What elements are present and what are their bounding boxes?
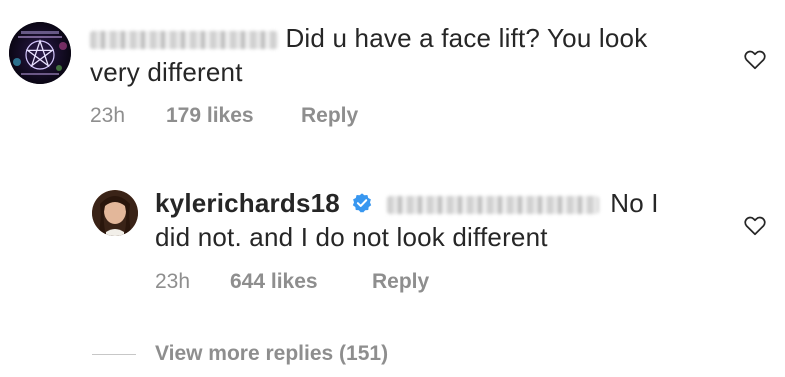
commenter-avatar[interactable]	[9, 22, 71, 84]
like-comment-button[interactable]	[742, 46, 768, 72]
reply-reply-button[interactable]: Reply	[372, 270, 429, 294]
blurred-username[interactable]	[90, 31, 278, 50]
comment-likes[interactable]: 179 likes	[166, 104, 254, 128]
comment-time: 23h	[90, 104, 126, 127]
reply-body: kylerichards18 No I	[155, 187, 715, 221]
verified-icon	[353, 193, 372, 213]
heart-icon	[744, 216, 766, 236]
reply-time: 23h	[155, 270, 191, 293]
comment-body: Did u have a face lift? You look	[90, 22, 710, 54]
reply-text-line2: did not. and I do not look different	[155, 222, 548, 252]
pentagram-icon	[9, 22, 71, 84]
comment-text-line2: very different	[90, 57, 243, 87]
reply-likes[interactable]: 644 likes	[230, 270, 318, 294]
heart-icon	[744, 50, 766, 70]
comment-text-line1: Did u have a face lift? You look	[285, 23, 648, 53]
like-reply-button[interactable]	[742, 212, 768, 238]
comment-reply-button[interactable]: Reply	[301, 104, 358, 128]
profile-photo-icon	[92, 190, 138, 236]
reply-text-line1: No I	[610, 188, 659, 218]
reply-username[interactable]: kylerichards18	[155, 188, 340, 218]
blurred-mention[interactable]	[386, 196, 599, 215]
divider-line	[92, 354, 136, 355]
kylerichards18-avatar[interactable]	[92, 190, 138, 236]
view-more-replies-button[interactable]: View more replies (151)	[155, 342, 388, 366]
verified-badge	[351, 189, 373, 221]
